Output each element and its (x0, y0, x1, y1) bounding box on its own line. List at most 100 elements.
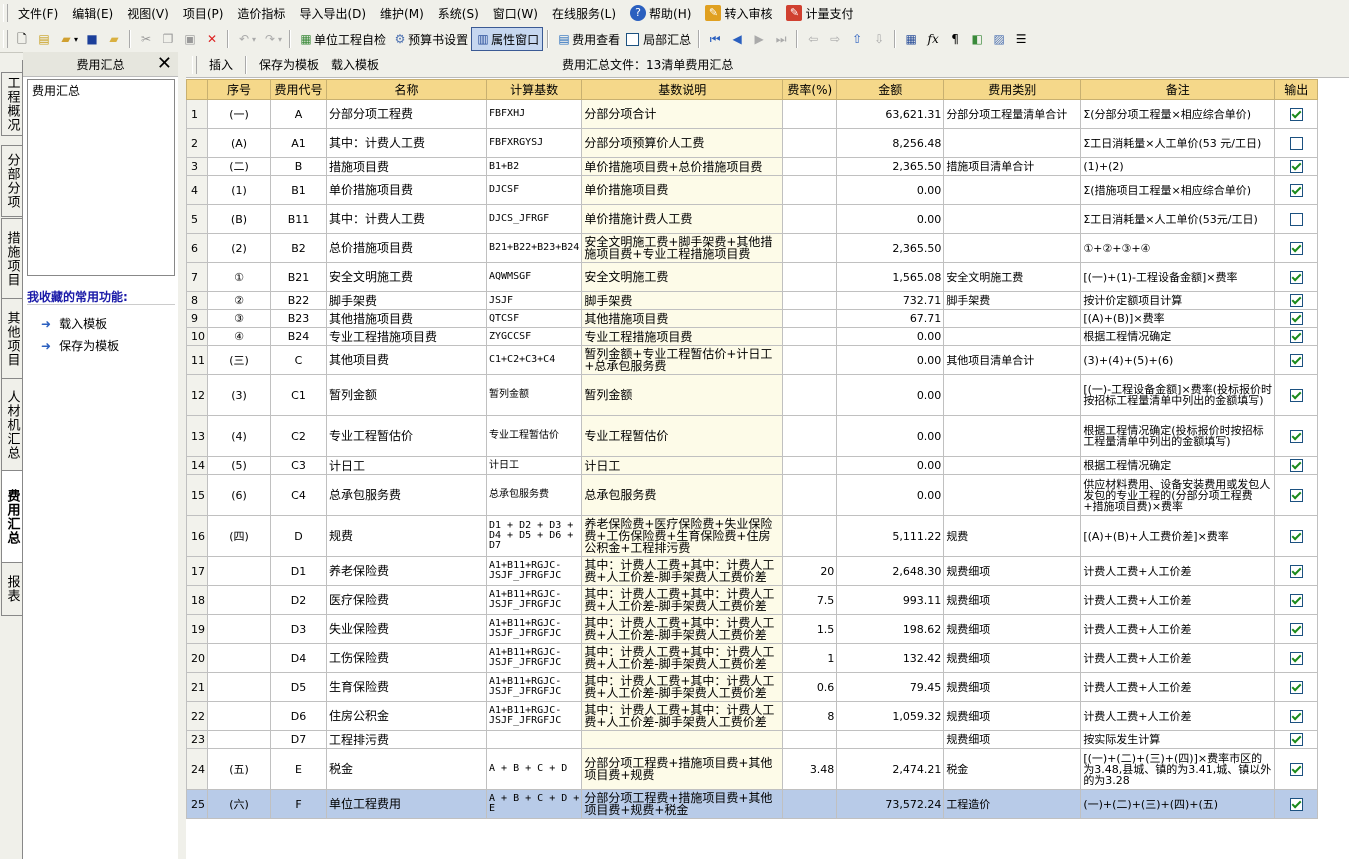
undo-button[interactable]: ↶ ▾ (233, 28, 259, 50)
output-checkbox[interactable] (1289, 593, 1303, 607)
table-row[interactable]: 3 (二) B 措施项目费 B1+B2 单价措施项目费+总价措施项目费 2,365.50 措施… (186, 157, 1319, 176)
cell-desc[interactable]: 专业工程暂估价 (581, 415, 784, 457)
cell-cat[interactable] (943, 374, 1082, 416)
cell-note[interactable]: (3)+(4)+(5)+(6) (1080, 345, 1276, 375)
cell-base[interactable]: DJCS_JFRGF (485, 204, 583, 234)
cell-desc[interactable]: 分部分项工程费+措施项目费+其他项目费+规费+税金 (581, 789, 784, 819)
table-row[interactable]: 17 D1 养老保险费 A1+B11+RGJC-JSJF_JFRGFJC 其中：计费人工… (186, 556, 1319, 586)
last-button[interactable]: ⏭ (770, 28, 792, 50)
table-row[interactable]: 10 ④ B24 专业工程措施项目费 ZYGCCSF 专业工程措施项目费 0.00 根据工程情… (186, 327, 1319, 346)
cell-amount[interactable] (836, 730, 945, 749)
cell-seq[interactable]: (6) (207, 474, 271, 516)
cell-seq[interactable]: (4) (207, 415, 271, 457)
cell-seq[interactable]: (B) (207, 204, 271, 234)
cell-name[interactable]: 专业工程措施项目费 (326, 327, 487, 346)
cell-rate[interactable]: 7.5 (782, 585, 838, 615)
previous-button[interactable]: ◀ (726, 28, 748, 50)
load-template-button[interactable]: 载入模板 (331, 56, 379, 73)
cell-cat[interactable]: 安全文明施工费 (943, 262, 1082, 292)
cell-desc[interactable]: 其中：计费人工费+其中：计费人工费+人工价差-脚手架费人工费价差 (581, 614, 784, 644)
redo-button[interactable]: ↷ ▾ (259, 28, 285, 50)
favorite-load-template[interactable]: ➜ 载入模板 (41, 315, 107, 332)
cell-code[interactable]: B11 (270, 204, 327, 234)
cell-seq[interactable]: (四) (207, 515, 271, 557)
cell-rate[interactable] (782, 374, 838, 416)
cell-base[interactable]: 计日工 (485, 456, 583, 475)
cell-desc[interactable]: 单价措施项目费 (581, 175, 784, 205)
cell-rate[interactable] (782, 789, 838, 819)
cell-base[interactable]: DJCSF (485, 175, 583, 205)
cell-seq[interactable] (207, 585, 271, 615)
cell-seq[interactable]: ② (207, 291, 271, 310)
cell-desc[interactable]: 安全文明施工费+脚手架费+其他措施项目费+专业工程措施项目费 (581, 233, 784, 263)
side-tab-3[interactable]: 其他项目 (1, 298, 22, 380)
cell-seq[interactable]: (五) (207, 748, 271, 790)
side-tab-2[interactable]: 措施项目 (1, 218, 22, 300)
cell-note[interactable]: Σ(分部分项工程量×相应综合单价) (1080, 99, 1276, 129)
column-header[interactable]: 费用类别 (943, 79, 1082, 100)
cell-rate[interactable]: 3.48 (782, 748, 838, 790)
new-project-button[interactable]: ▤ (33, 28, 55, 50)
menu-item-12[interactable]: ✎ 计量支付 (779, 2, 860, 24)
cell-name[interactable]: 规费 (326, 515, 487, 557)
cell-name[interactable]: 医疗保险费 (326, 585, 487, 615)
menu-item-7[interactable]: 系统(S) (431, 2, 486, 24)
cell-code[interactable]: D4 (270, 643, 327, 673)
cell-note[interactable]: 根据工程情况确定 (1080, 327, 1276, 346)
cell-desc[interactable]: 脚手架费 (581, 291, 784, 310)
cell-cat[interactable]: 规费细项 (943, 643, 1082, 673)
table-row[interactable]: 4 (1) B1 单价措施项目费 DJCSF 单价措施项目费 0.00 Σ(措施项目工程量×相… (186, 175, 1319, 205)
cell-code[interactable]: A (270, 99, 327, 129)
menu-item-9[interactable]: 在线服务(L) (545, 2, 623, 24)
cell-cat[interactable] (943, 456, 1082, 475)
cell-seq[interactable] (207, 556, 271, 586)
cell-note[interactable]: ①+②+③+④ (1080, 233, 1276, 263)
cell-seq[interactable] (207, 614, 271, 644)
cell-note[interactable]: Σ工日消耗量×人工单价(53元/工日) (1080, 204, 1276, 234)
cell-code[interactable]: A1 (270, 128, 327, 158)
output-checkbox[interactable] (1289, 312, 1303, 325)
output-checkbox[interactable] (1289, 733, 1303, 746)
cell-amount[interactable]: 1,059.32 (836, 701, 945, 731)
cell-code[interactable]: C (270, 345, 327, 375)
cell-note[interactable]: 供应材料费用、设备安装费用或发包人发包的专业工程的(分部分项工程费+措施项目费)… (1080, 474, 1276, 516)
cell-code[interactable]: C2 (270, 415, 327, 457)
cell-desc[interactable]: 分部分项合计 (581, 99, 784, 129)
cell-amount[interactable]: 79.45 (836, 672, 945, 702)
close-icon[interactable]: ✕ (157, 53, 172, 74)
open-project-button[interactable]: ▰ (103, 28, 125, 50)
cell-seq[interactable]: ③ (207, 309, 271, 328)
cell-desc[interactable]: 其中：计费人工费+其中：计费人工费+人工价差-脚手架费人工费价差 (581, 585, 784, 615)
cell-rate[interactable] (782, 474, 838, 516)
cell-seq[interactable]: (5) (207, 456, 271, 475)
cell-note[interactable]: 按实际发生计算 (1080, 730, 1276, 749)
table-row[interactable]: 19 D3 失业保险费 A1+B11+RGJC-JSJF_JFRGFJC 其中：计费人工… (186, 614, 1319, 644)
table-row[interactable]: 22 D6 住房公积金 A1+B11+RGJC-JSJF_JFRGFJC 其中：计费人工… (186, 701, 1319, 731)
cell-desc[interactable]: 分部分项预算价人工费 (581, 128, 784, 158)
cell-base[interactable]: A1+B11+RGJC-JSJF_JFRGFJC (485, 585, 583, 615)
cell-seq[interactable] (207, 730, 271, 749)
cell-amount[interactable]: 0.00 (836, 415, 945, 457)
favorite-save-template[interactable]: ➜ 保存为模板 (41, 337, 119, 354)
partial-summary-toggle[interactable]: 局部汇总 (623, 28, 694, 50)
cell-desc[interactable]: 单价措施计费人工费 (581, 204, 784, 234)
cell-amount[interactable]: 0.00 (836, 456, 945, 475)
cell-amount[interactable]: 0.00 (836, 345, 945, 375)
table-row[interactable]: 21 D5 生育保险费 A1+B11+RGJC-JSJF_JFRGFJC 其中：计费人工… (186, 672, 1319, 702)
cell-note[interactable]: 按计价定额项目计算 (1080, 291, 1276, 310)
cell-code[interactable]: B (270, 157, 327, 176)
move-left-button[interactable]: ⇦ (802, 28, 824, 50)
cell-amount[interactable]: 2,474.21 (836, 748, 945, 790)
cell-amount[interactable]: 67.71 (836, 309, 945, 328)
cell-amount[interactable]: 5,111.22 (836, 515, 945, 557)
cell-cat[interactable]: 工程造价 (943, 789, 1082, 819)
output-checkbox[interactable] (1289, 160, 1303, 173)
cell-seq[interactable]: (三) (207, 345, 271, 375)
side-tab-1[interactable]: 分部分项 (1, 145, 22, 217)
cell-rate[interactable] (782, 309, 838, 328)
output-checkbox[interactable] (1289, 107, 1303, 121)
cell-amount[interactable]: 732.71 (836, 291, 945, 310)
cell-cat[interactable]: 规费细项 (943, 730, 1082, 749)
cell-cat[interactable]: 脚手架费 (943, 291, 1082, 310)
cell-name[interactable]: 其他项目费 (326, 345, 487, 375)
